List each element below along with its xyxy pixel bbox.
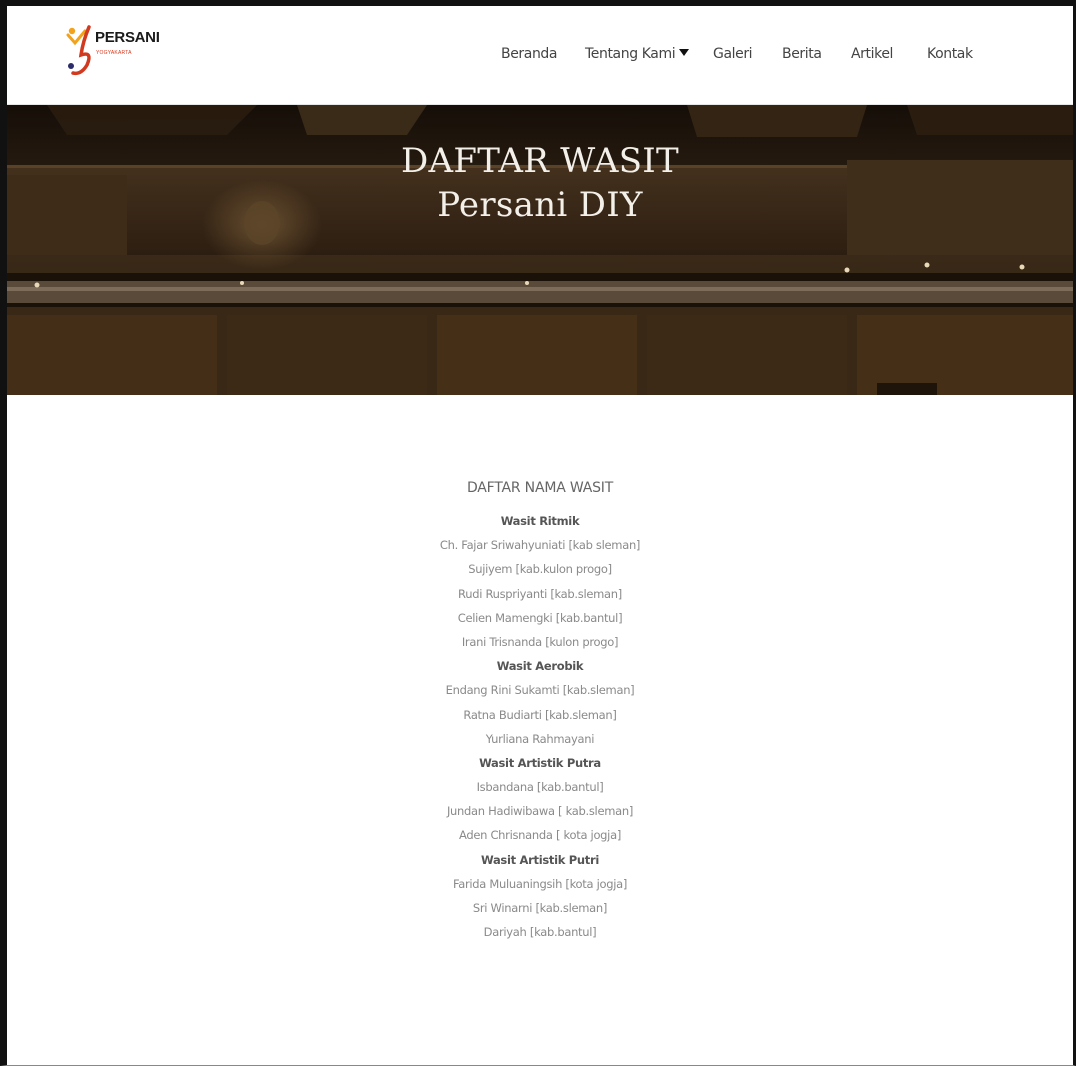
nav-item-label: Tentang Kami xyxy=(585,46,676,62)
main-nav: Beranda Tentang Kami Galeri Berita Artik… xyxy=(7,46,1073,70)
referee-name: Rudi Ruspriyanti [kab.sleman] xyxy=(458,586,622,601)
nav-item-berita[interactable]: Berita xyxy=(782,46,822,62)
referee-name: Yurliana Rahmayani xyxy=(485,731,595,746)
referee-name: Jundan Hadiwibawa [ kab.sleman] xyxy=(446,804,634,819)
category-title: Wasit Ritmik xyxy=(500,514,580,528)
list-heading: DAFTAR NAMA WASIT xyxy=(466,480,614,496)
brand-name: PERSANI xyxy=(95,29,160,46)
referee-name: Irani Trisnanda [kulon progo] xyxy=(461,634,619,649)
referee-name: Ratna Budiarti [kab.sleman] xyxy=(463,707,617,722)
navbar: PERSANI YOGYAKARTA Beranda Tentang Kami … xyxy=(7,6,1073,105)
category-title: Wasit Artistik Putra xyxy=(479,755,601,770)
referee-name: Dariyah [kab.bantul] xyxy=(483,925,597,940)
referee-name: Isbandana [kab.bantul] xyxy=(476,780,604,795)
nav-item-galeri[interactable]: Galeri xyxy=(713,46,753,62)
hero-banner: DAFTAR WASIT Persani DIY xyxy=(7,105,1073,395)
nav-item-kontak[interactable]: Kontak xyxy=(927,46,973,62)
category-title: Wasit Aerobik xyxy=(496,659,584,674)
hero-title-line1: DAFTAR WASIT xyxy=(401,141,679,181)
nav-item-artikel[interactable]: Artikel xyxy=(851,46,893,62)
referee-name: Endang Rini Sukamti [kab.sleman] xyxy=(445,683,635,698)
referee-name: Sri Winarni [kab.sleman] xyxy=(472,901,608,915)
referee-name: Aden Chrisnanda [ kota jogja] xyxy=(458,828,622,843)
referee-name: Ch. Fajar Sriwahyuniati [kab sleman] xyxy=(439,538,641,553)
nav-item-tentang-kami[interactable]: Tentang Kami xyxy=(585,46,690,62)
hero-title: DAFTAR WASIT Persani DIY xyxy=(7,139,1073,227)
referee-list: Wasit Ritmik Ch. Fajar Sriwahyuniati [ka… xyxy=(7,509,1073,944)
hero-title-line2: Persani DIY xyxy=(437,185,643,225)
referee-name: Sujiyem [kab.kulon progo] xyxy=(468,562,612,577)
nav-item-beranda[interactable]: Beranda xyxy=(501,46,557,62)
category-title: Wasit Artistik Putri xyxy=(481,852,599,867)
referee-name: Farida Muluaningsih [kota jogja] xyxy=(452,876,628,891)
referee-name: Celien Mamengki [kab.bantul] xyxy=(457,610,623,625)
caret-down-icon xyxy=(679,49,690,56)
